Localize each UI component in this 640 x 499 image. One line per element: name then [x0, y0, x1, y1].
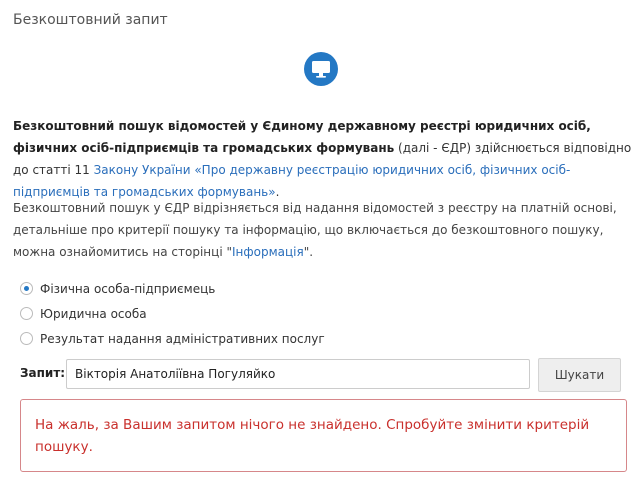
query-label: Запит: [20, 366, 66, 380]
error-alert: На жаль, за Вашим запитом нічого не знай… [20, 399, 627, 472]
radio-button[interactable] [20, 307, 33, 320]
intro-paragraph: Безкоштовний пошук відомостей у Єдиному … [13, 115, 633, 203]
info-text: Безкоштовний пошук у ЄДР відрізняється в… [13, 201, 617, 259]
radio-button[interactable] [20, 332, 33, 345]
radio-label: Результат надання адміністративних послу… [40, 331, 325, 346]
radio-label: Фізична особа-підприємець [40, 281, 216, 296]
law-link[interactable]: Закону України «Про державну реєстрацію … [13, 163, 570, 199]
info-end: ". [303, 245, 314, 259]
monitor-icon-badge [304, 52, 338, 86]
info-paragraph: Безкоштовний пошук у ЄДР відрізняється в… [13, 197, 633, 263]
error-message: На жаль, за Вашим запитом нічого не знай… [35, 417, 590, 455]
page-title: Безкоштовний запит [13, 12, 168, 28]
radio-option-legal-entity[interactable]: Юридична особа [20, 301, 325, 326]
radio-option-individual-entrepreneur[interactable]: Фізична особа-підприємець [20, 276, 325, 301]
radio-button-checked[interactable] [20, 282, 33, 295]
monitor-icon [312, 61, 330, 78]
query-row: Запит: Шукати [20, 358, 621, 392]
search-type-radio-group: Фізична особа-підприємець Юридична особа… [20, 276, 325, 351]
information-link[interactable]: Інформація [232, 245, 304, 259]
query-input[interactable] [66, 359, 530, 389]
radio-label: Юридична особа [40, 306, 147, 321]
radio-option-administrative-services[interactable]: Результат надання адміністративних послу… [20, 326, 325, 351]
search-button[interactable]: Шукати [538, 358, 621, 392]
